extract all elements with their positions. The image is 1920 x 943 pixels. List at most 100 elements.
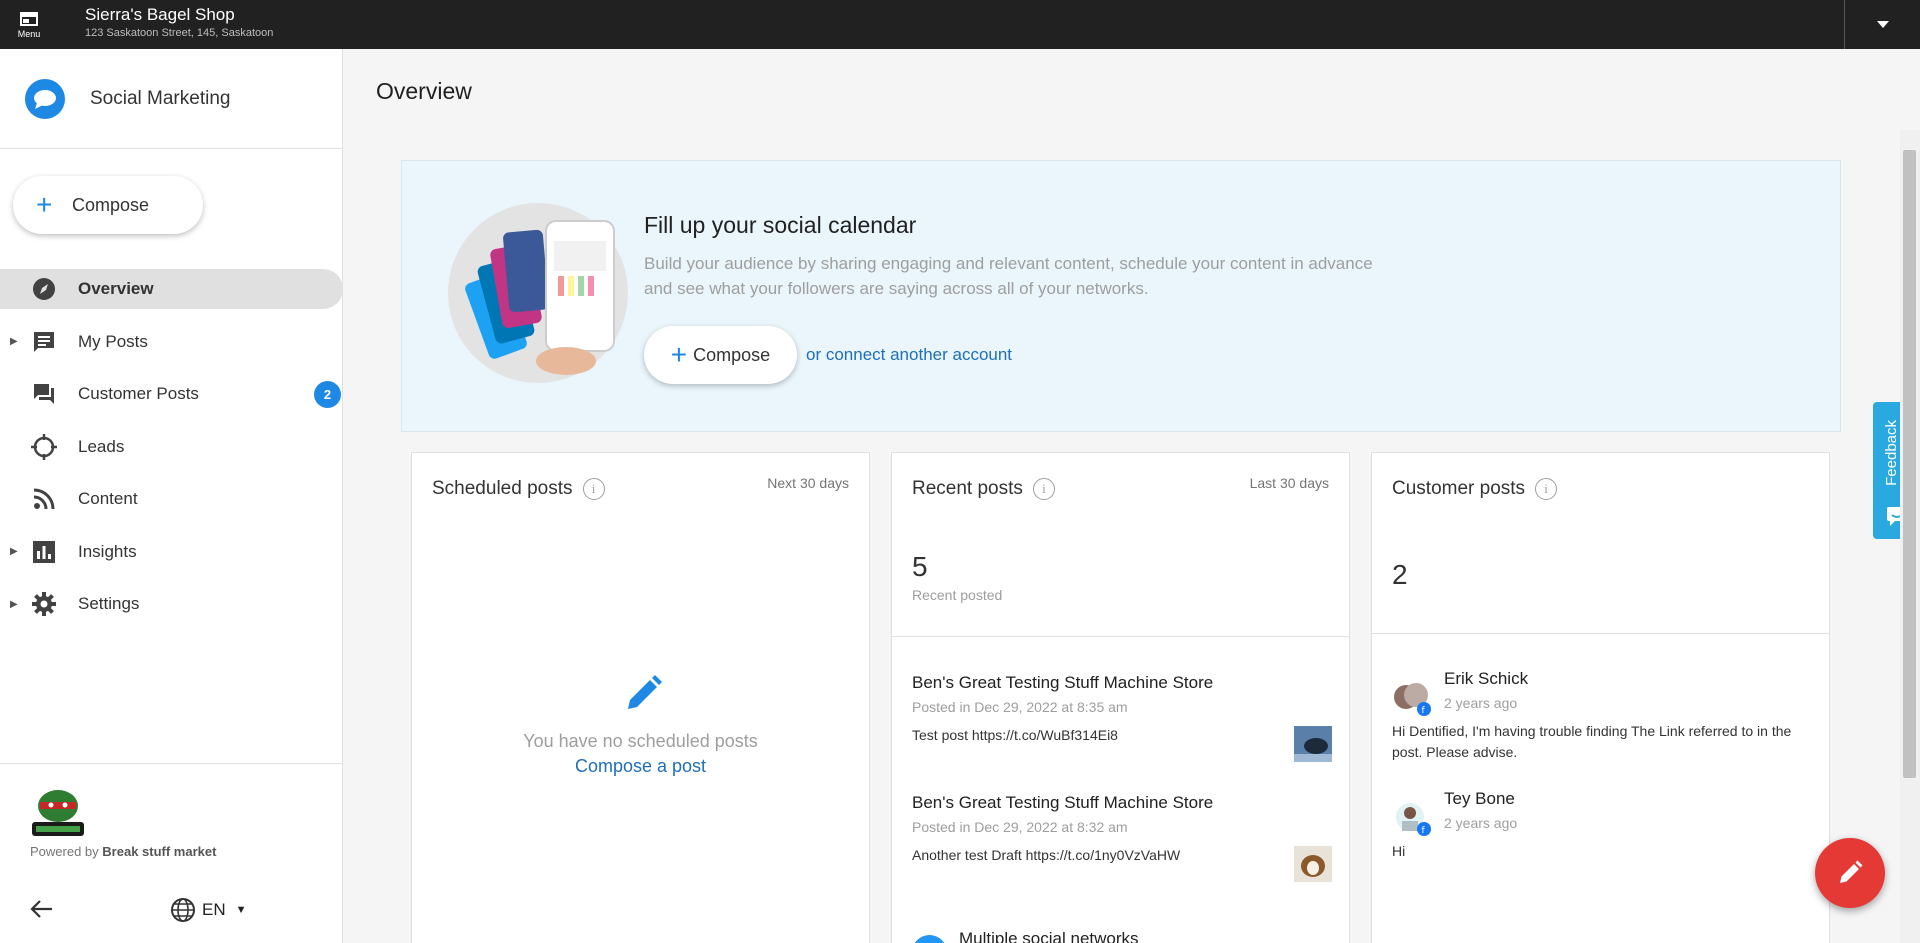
product-name: Social Marketing (90, 87, 231, 109)
hero-title: Fill up your social calendar (644, 212, 917, 238)
customer-name: Erik Schick (1444, 669, 1529, 688)
expand-caret-icon: ▶ (10, 598, 18, 610)
menu-button[interactable]: Menu (0, 0, 58, 49)
recent-posts-card: Recent posts i Last 30 days 5 Recent pos… (891, 452, 1350, 943)
bar-chart-icon (30, 538, 58, 566)
sidebar-footer: Powered by Break stuff market EN ▼ (0, 763, 343, 943)
multiple-networks-item[interactable]: 2 Multiple social networks (912, 915, 1139, 943)
customer-post-time: 2 years ago (1444, 815, 1518, 831)
card-header: Recent posts i (912, 478, 1055, 500)
floating-compose-button[interactable] (1815, 838, 1885, 908)
sidebar-nav: Overview ▶ My Posts Customer Posts 2 Lea… (0, 269, 343, 637)
page-title: Overview (376, 78, 472, 104)
hero-compose-label: Compose (693, 344, 771, 365)
card-title: Recent posts (912, 478, 1023, 499)
sidebar-item-overview[interactable]: Overview (0, 269, 343, 309)
post-author: Ben's Great Testing Stuff Machine Store (912, 673, 1214, 692)
product-header: Social Marketing (0, 49, 342, 149)
compose-button[interactable]: + Compose (13, 176, 203, 234)
hero-description: Build your audience by sharing engaging … (644, 254, 1373, 298)
post-date: Posted in Dec 29, 2022 at 8:35 am (912, 699, 1128, 715)
info-icon[interactable]: i (582, 478, 605, 500)
chat-bubble-icon (25, 78, 65, 119)
card-range: Next 30 days (767, 475, 849, 491)
social-phone-illustration (448, 203, 628, 383)
connect-account-link[interactable]: or connect another account (806, 345, 1012, 365)
sidebar-item-label: Overview (78, 279, 154, 298)
avatar: f (1394, 683, 1431, 716)
customer-count: 2 (1392, 559, 1408, 590)
post-thumbnail (1294, 726, 1332, 762)
powered-by-prefix: Powered by (30, 844, 99, 859)
customer-posts-badge: 2 (314, 380, 341, 408)
language-code: EN (202, 900, 226, 919)
top-bar: Menu Sierra's Bagel Shop 123 Saskatoon S… (0, 0, 1920, 49)
sidebar-item-label: Insights (78, 541, 137, 561)
pencil-icon (1840, 860, 1863, 883)
sidebar: Social Marketing + Compose Overview ▶ My… (0, 49, 343, 943)
shop-address: 123 Saskatoon Street, 145, Saskatoon (85, 27, 274, 39)
caret-down-icon: ▼ (235, 904, 247, 916)
customer-post-body: Hi (1392, 843, 1406, 859)
rss-icon (30, 485, 58, 513)
plus-icon: + (36, 189, 53, 220)
forum-icon (30, 380, 58, 408)
language-selector[interactable]: EN ▼ (170, 897, 247, 923)
shop-info: Sierra's Bagel Shop 123 Saskatoon Street… (85, 5, 273, 39)
list-item[interactable]: Ben's Great Testing Stuff Machine Store … (912, 673, 1332, 762)
sidebar-item-settings[interactable]: ▶ Settings (0, 584, 343, 624)
sidebar-item-label: Content (78, 489, 138, 508)
customer-name: Tey Bone (1444, 789, 1515, 808)
card-header: Customer posts i (1392, 478, 1558, 500)
sidebar-item-label: Leads (78, 436, 125, 456)
scrollbar[interactable] (1900, 130, 1920, 943)
powered-by: Powered by Break stuff market (30, 844, 216, 859)
card-title: Scheduled posts (432, 478, 573, 499)
back-arrow-icon[interactable] (30, 899, 54, 924)
customer-posts-card: Customer posts i 2 f Erik Schick 2 years… (1371, 452, 1830, 943)
post-author: Ben's Great Testing Stuff Machine Store (912, 793, 1214, 812)
divider (892, 636, 1349, 637)
shop-name: Sierra's Bagel Shop (85, 5, 235, 24)
card-range: Last 30 days (1249, 475, 1329, 491)
sidebar-item-my-posts[interactable]: ▶ My Posts (0, 322, 343, 362)
compass-icon (30, 275, 58, 303)
sidebar-item-leads[interactable]: Leads (0, 427, 343, 467)
info-icon[interactable]: i (1032, 478, 1055, 500)
gear-icon (30, 590, 58, 618)
sidebar-item-customer-posts[interactable]: Customer Posts 2 (0, 374, 343, 414)
network-count-badge: 2 (912, 935, 947, 943)
card-header: Scheduled posts i (432, 478, 605, 500)
post-date: Posted in Dec 29, 2022 at 8:32 am (912, 819, 1128, 835)
post-body: Another test Draft https://t.co/1ny0VzVa… (912, 847, 1181, 863)
list-item[interactable]: Ben's Great Testing Stuff Machine Store … (912, 793, 1332, 882)
scrollbar-thumb[interactable] (1903, 150, 1916, 778)
post-icon (30, 328, 58, 356)
multiple-networks-label: Multiple social networks (959, 928, 1139, 943)
sidebar-item-label: My Posts (78, 331, 148, 351)
customer-post-time: 2 years ago (1444, 695, 1518, 711)
card-title: Customer posts (1392, 478, 1526, 499)
info-icon[interactable]: i (1535, 478, 1558, 500)
divider (1372, 633, 1829, 634)
compose-post-link[interactable]: Compose a post (412, 756, 869, 777)
sidebar-item-label: Customer Posts (78, 384, 199, 403)
feedback-label: Feedback (1883, 420, 1900, 486)
powered-by-name: Break stuff market (102, 844, 217, 859)
post-body: Test post https://t.co/WuBf314Ei8 (912, 727, 1118, 743)
avatar: f (1396, 803, 1431, 836)
crosshair-icon (30, 433, 58, 461)
sidebar-item-insights[interactable]: ▶ Insights (0, 532, 343, 572)
expand-caret-icon: ▶ (10, 336, 18, 347)
recent-count: 5 (912, 551, 928, 582)
customer-post-body: Hi Dentified, I'm having trouble finding… (1392, 723, 1792, 760)
scheduled-posts-card: Scheduled posts i Next 30 days You have … (411, 452, 870, 943)
empty-state-text: You have no scheduled posts (523, 731, 758, 751)
compose-label: Compose (72, 194, 150, 215)
recent-count-label: Recent posted (912, 587, 1003, 603)
hero-compose-button[interactable]: + Compose (644, 326, 797, 384)
menu-label: Menu (17, 28, 41, 39)
account-dropdown[interactable] (1844, 0, 1920, 49)
hero-banner: Fill up your social calendar Build your … (401, 160, 1841, 432)
sidebar-item-content[interactable]: Content (0, 479, 343, 519)
